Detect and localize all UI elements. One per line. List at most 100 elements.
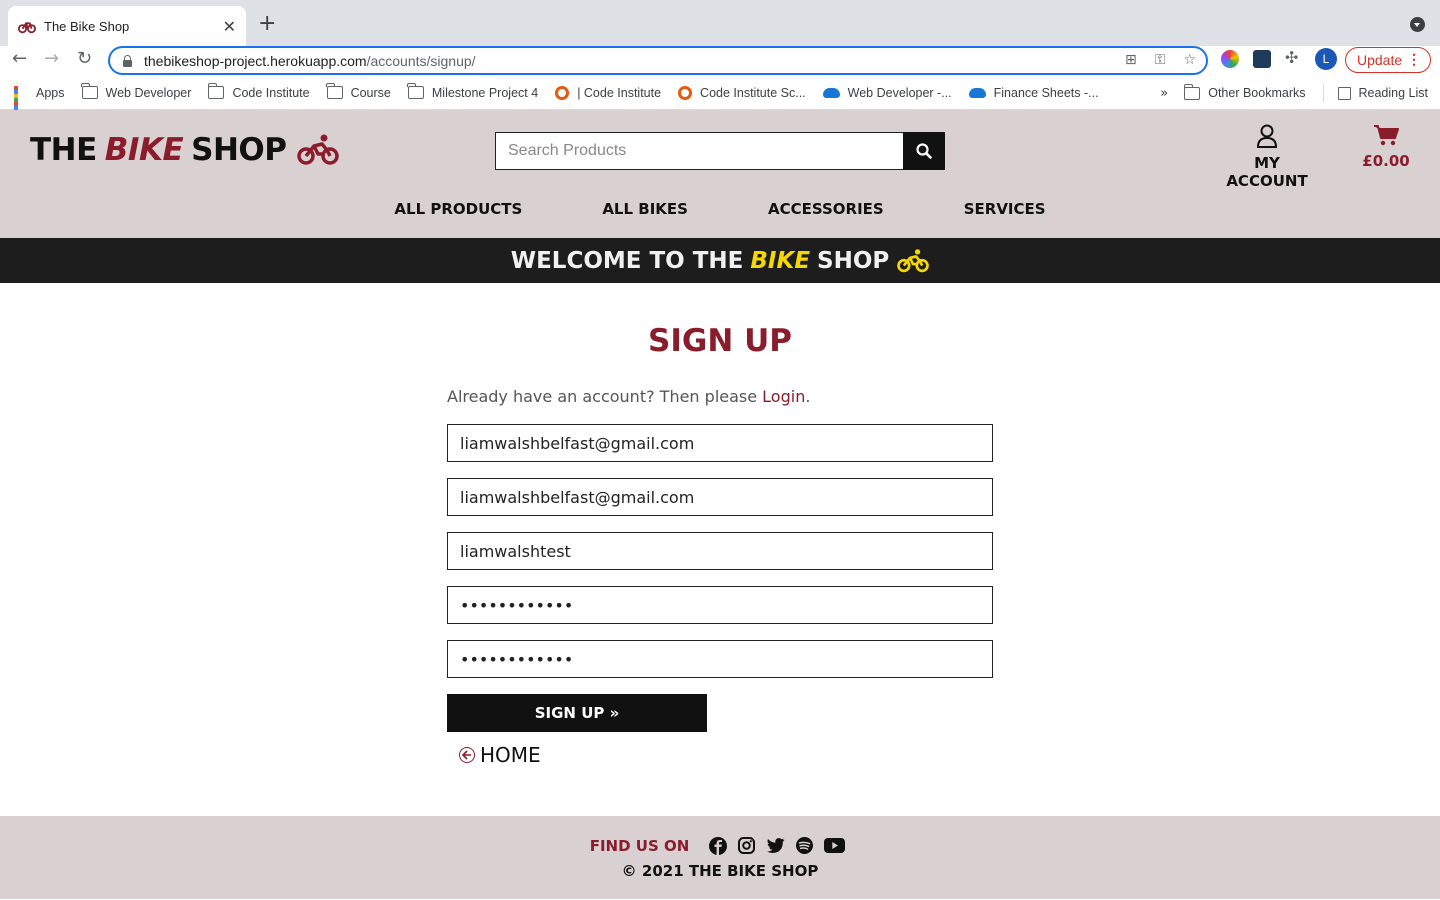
forward-icon[interactable]: → <box>44 48 59 69</box>
bookmark-label: Other Bookmarks <box>1208 86 1306 100</box>
search-button[interactable] <box>903 132 945 170</box>
welcome-banner: WELCOME TO THE BIKE SHOP <box>0 238 1440 283</box>
banner-text-shop: SHOP <box>817 247 890 274</box>
browser-toolbar: ← → ↻ thebikeshop-project.herokuapp.com/… <box>0 46 1440 76</box>
bookmark-other[interactable]: Other Bookmarks <box>1183 83 1306 100</box>
home-link[interactable]: HOME <box>459 743 541 767</box>
bookmark-code-institute-sc[interactable]: Code Institute Sc... <box>678 85 806 100</box>
folder-icon <box>81 83 98 99</box>
bookmark-label: Apps <box>36 85 65 100</box>
browser-tab[interactable]: The Bike Shop ✕ <box>8 6 246 46</box>
update-label: Update <box>1357 52 1403 68</box>
reading-list-icon <box>1337 86 1351 100</box>
onedrive-icon <box>822 87 840 98</box>
search-form <box>495 132 945 170</box>
url-text: thebikeshop-project.herokuapp.com/accoun… <box>144 52 476 69</box>
logo-text-the: THE <box>30 132 97 168</box>
social-links: FIND US ON <box>0 836 1440 855</box>
logo-text-bike: BIKE <box>104 132 184 168</box>
color-picker-extension-icon[interactable] <box>1221 50 1239 68</box>
lock-icon <box>122 54 132 67</box>
back-icon[interactable]: ← <box>12 48 27 69</box>
copyright-text: © 2021 THE BIKE SHOP <box>621 862 819 880</box>
nav-all-bikes[interactable]: ALL BIKES <box>602 200 688 218</box>
folder-icon <box>326 83 343 99</box>
bookmark-code-institute-site[interactable]: | Code Institute <box>555 85 662 100</box>
menu-dots-icon: ⋮ <box>1407 51 1421 67</box>
email-confirm-field[interactable] <box>447 478 993 516</box>
reading-list[interactable]: Reading List <box>1337 86 1429 100</box>
more-bookmarks-icon[interactable]: » <box>1160 86 1168 101</box>
folder-icon <box>207 83 225 99</box>
site-logo[interactable]: THE BIKE SHOP <box>30 132 339 168</box>
login-prompt-end: . <box>805 387 811 406</box>
bookmark-label: Web Developer <box>105 85 192 100</box>
folder-icon <box>407 83 424 99</box>
search-input[interactable] <box>495 132 903 170</box>
reload-icon[interactable]: ↻ <box>77 48 92 69</box>
puzzle-extensions-icon[interactable]: ✣ <box>1285 48 1303 67</box>
cyclist-icon <box>897 248 930 272</box>
apps-icon <box>14 85 28 122</box>
code-institute-icon <box>555 85 570 100</box>
home-label: HOME <box>480 743 541 767</box>
update-button[interactable]: Update ⋮ <box>1345 47 1431 73</box>
bookmark-label: Web Developer -... <box>847 85 952 100</box>
bookmark-label: Milestone Project 4 <box>431 85 539 100</box>
banner-text-bike: BIKE <box>750 247 811 274</box>
bookmarks-bar: Apps Web Developer Code Institute Course… <box>0 76 1440 122</box>
cart-total: £0.00 <box>1362 152 1410 170</box>
reading-list-label: Reading List <box>1358 86 1429 100</box>
bookmark-label: Code Institute <box>232 85 310 100</box>
bookmark-label: | Code Institute <box>577 85 662 100</box>
bookmark-star-icon[interactable]: ☆ <box>1183 52 1196 68</box>
onedrive-icon <box>968 87 986 98</box>
site-header: THE BIKE SHOP MY ACCOUNT <box>0 110 1440 238</box>
password-field[interactable] <box>447 586 993 624</box>
email-field[interactable] <box>447 424 993 462</box>
cyclist-icon <box>296 134 339 165</box>
bookmark-label: Finance Sheets -... <box>993 85 1099 100</box>
bookmark-web-developer-onedrive[interactable]: Web Developer -... <box>822 85 952 100</box>
bike-favicon-icon <box>18 22 36 34</box>
signup-section: SIGN UP Already have an account? Then pl… <box>0 283 1440 816</box>
facebook-icon[interactable] <box>708 836 727 855</box>
site-footer: FIND US ON © 2021 THE BIKE SHOP <box>0 816 1440 899</box>
folder-icon <box>1183 83 1201 100</box>
logo-text-shop: SHOP <box>191 132 287 168</box>
username-field[interactable] <box>447 532 993 570</box>
nav-accessories[interactable]: ACCESSORIES <box>768 200 884 218</box>
page-title: SIGN UP <box>648 323 792 359</box>
nav-services[interactable]: SERVICES <box>964 200 1046 218</box>
new-tab-icon[interactable]: + <box>258 12 276 36</box>
cart-link[interactable]: £0.00 <box>1356 124 1416 170</box>
tab-title: The Bike Shop <box>44 18 130 34</box>
bookmark-apps[interactable]: Apps <box>14 85 65 122</box>
sign-up-button[interactable]: SIGN UP » <box>447 694 707 732</box>
code-institute-icon <box>678 85 693 100</box>
bookmark-finance-sheets[interactable]: Finance Sheets -... <box>968 85 1099 100</box>
login-prompt: Already have an account? Then please Log… <box>447 387 810 406</box>
qr-code-icon[interactable]: ⊞ <box>1125 52 1137 68</box>
find-us-label: FIND US ON <box>589 836 690 855</box>
youtube-icon[interactable] <box>824 836 846 855</box>
my-account-link[interactable]: MY ACCOUNT <box>1212 124 1322 190</box>
password-confirm-field[interactable] <box>447 640 993 678</box>
shopping-cart-icon <box>1374 125 1399 146</box>
nav-all-products[interactable]: ALL PRODUCTS <box>394 200 522 218</box>
profile-avatar[interactable]: L <box>1315 48 1337 70</box>
extension-icon[interactable] <box>1253 50 1271 68</box>
address-bar[interactable]: thebikeshop-project.herokuapp.com/accoun… <box>108 46 1208 75</box>
bookmark-web-developer[interactable]: Web Developer <box>81 83 192 100</box>
tab-close-icon[interactable]: ✕ <box>223 17 236 36</box>
spotify-icon[interactable] <box>795 836 814 855</box>
bookmark-code-institute[interactable]: Code Institute <box>207 83 310 100</box>
tab-search-icon[interactable] <box>1410 17 1425 32</box>
instagram-icon[interactable] <box>737 836 756 855</box>
login-prompt-text: Already have an account? Then please <box>447 387 763 406</box>
key-icon[interactable]: ⚿ <box>1155 52 1166 68</box>
bookmark-milestone-project-4[interactable]: Milestone Project 4 <box>407 83 539 100</box>
login-link[interactable]: Login <box>762 387 805 406</box>
bookmark-course[interactable]: Course <box>326 83 391 100</box>
twitter-icon[interactable] <box>766 836 785 855</box>
